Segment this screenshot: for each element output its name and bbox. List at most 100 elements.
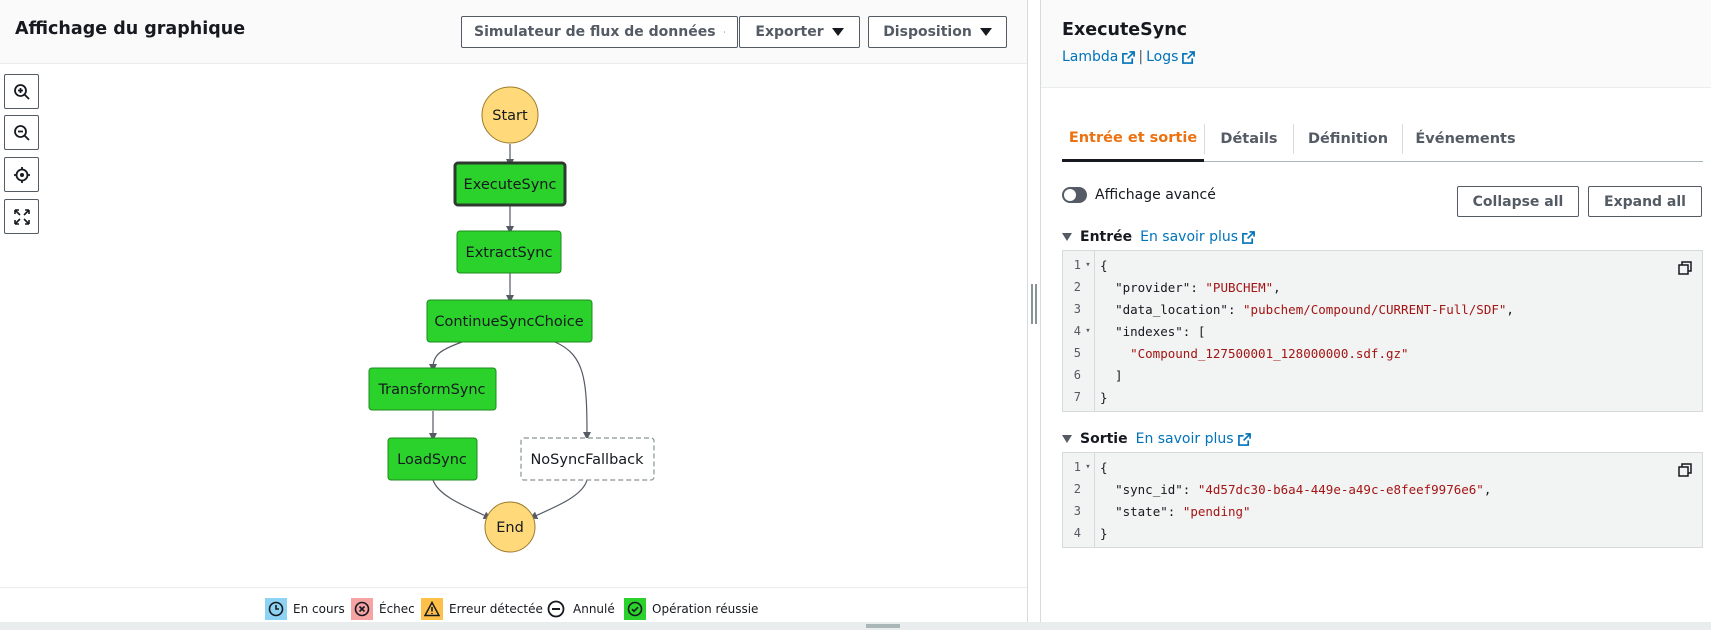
extract-sync-label: ExtractSync bbox=[466, 245, 553, 261]
data-flow-simulator-button[interactable]: Simulateur de flux de données bbox=[461, 16, 738, 48]
legend-succeeded: Opération réussie bbox=[624, 598, 758, 620]
advanced-view-toggle[interactable] bbox=[1062, 187, 1087, 203]
continue-sync-choice-label: ContinueSyncChoice bbox=[434, 314, 583, 330]
code-text: "sync_id": "4d57dc30-b6a4-449e-a49c-e8fe… bbox=[1115, 481, 1492, 497]
state-machine-graph: Start ExecuteSync ExtractSync ContinueSy… bbox=[368, 86, 655, 553]
check-circle-icon bbox=[624, 598, 646, 620]
clock-icon bbox=[265, 598, 287, 620]
input-section-header[interactable]: Entrée En savoir plus bbox=[1062, 229, 1255, 245]
export-label: Exporter bbox=[755, 24, 824, 40]
state-start[interactable]: Start bbox=[481, 86, 539, 144]
panel-resize-divider[interactable] bbox=[1027, 0, 1041, 630]
external-link-icon bbox=[1237, 432, 1251, 446]
state-end[interactable]: End bbox=[484, 501, 536, 553]
cancelled-icon bbox=[545, 598, 567, 620]
logs-link-label: Logs bbox=[1146, 49, 1179, 65]
copy-icon[interactable] bbox=[1678, 261, 1692, 275]
code-text: } bbox=[1100, 389, 1108, 405]
edge-choice-fallback bbox=[554, 341, 591, 440]
legend-caught-error: Erreur détectée bbox=[421, 598, 543, 620]
input-learn-more-link[interactable]: En savoir plus bbox=[1140, 229, 1255, 245]
code-text: "state": "pending" bbox=[1115, 503, 1251, 519]
transform-sync-label: TransformSync bbox=[377, 382, 485, 398]
resource-links: Lambda | Logs bbox=[1062, 49, 1196, 65]
export-button[interactable]: Exporter bbox=[739, 16, 860, 48]
legend-cancelled: Annulé bbox=[545, 598, 615, 620]
legend-failed-label: Échec bbox=[379, 602, 415, 616]
caret-down-icon bbox=[1062, 233, 1072, 241]
code-text: "provider": "PUBCHEM", bbox=[1115, 279, 1281, 295]
tab-input-output[interactable]: Entrée et sortie bbox=[1062, 117, 1204, 162]
code-line: 6 ] bbox=[1073, 367, 1123, 383]
legend-in-progress: En cours bbox=[265, 598, 345, 620]
copy-icon[interactable] bbox=[1678, 463, 1692, 477]
code-line: 1 ▾{ bbox=[1073, 459, 1108, 475]
link-separator: | bbox=[1138, 49, 1144, 65]
lambda-link[interactable]: Lambda bbox=[1062, 49, 1136, 65]
layout-label: Disposition bbox=[883, 24, 972, 40]
bottom-resize-handle[interactable] bbox=[866, 624, 900, 628]
graph-panel: Affichage du graphique Simulateur de flu… bbox=[0, 0, 1027, 622]
end-label: End bbox=[496, 520, 524, 536]
legend-failed: Échec bbox=[351, 598, 415, 620]
state-load-sync[interactable]: LoadSync bbox=[387, 437, 478, 481]
external-link-icon bbox=[1182, 50, 1196, 64]
layout-button[interactable]: Disposition bbox=[868, 16, 1007, 48]
caret-down-icon bbox=[1062, 435, 1072, 443]
advanced-view-toggle-row: Affichage avancé bbox=[1062, 187, 1216, 203]
state-extract-sync[interactable]: ExtractSync bbox=[456, 230, 562, 274]
logs-link[interactable]: Logs bbox=[1146, 49, 1196, 65]
code-line: 3 "data_location": "pubchem/Compound/CUR… bbox=[1073, 301, 1514, 317]
caret-down-icon bbox=[979, 28, 992, 36]
toggle-knob bbox=[1064, 189, 1076, 201]
graph-panel-header: Affichage du graphique Simulateur de flu… bbox=[0, 0, 1027, 64]
code-text: ] bbox=[1100, 367, 1123, 383]
legend-caught-error-label: Erreur détectée bbox=[449, 602, 543, 616]
external-link-icon bbox=[1242, 230, 1255, 244]
state-transform-sync[interactable]: TransformSync bbox=[368, 367, 497, 411]
graph-title: Affichage du graphique bbox=[15, 19, 246, 39]
resize-handle[interactable] bbox=[1031, 284, 1037, 324]
lambda-link-label: Lambda bbox=[1062, 49, 1119, 65]
input-label: Entrée bbox=[1080, 229, 1133, 245]
state-no-sync-fallback[interactable]: NoSyncFallback bbox=[520, 437, 655, 481]
no-sync-fallback-label: NoSyncFallback bbox=[530, 452, 644, 468]
output-section-header[interactable]: Sortie En savoir plus bbox=[1062, 431, 1251, 447]
code-text: "indexes": [ bbox=[1115, 323, 1206, 339]
status-legend: En cours Échec Erreur détectée Annulé Op… bbox=[0, 587, 1027, 622]
state-continue-sync-choice[interactable]: ContinueSyncChoice bbox=[426, 299, 593, 343]
load-sync-label: LoadSync bbox=[397, 452, 467, 468]
code-line: 2 "provider": "PUBCHEM", bbox=[1073, 279, 1281, 295]
output-json-viewer[interactable]: 1 ▾{ 2 "sync_id": "4d57dc30-b6a4-449e-a49… bbox=[1062, 452, 1703, 548]
details-header: ExecuteSync Lambda | Logs bbox=[1041, 0, 1711, 88]
code-line: 4 ▾ "indexes": [ bbox=[1073, 323, 1206, 339]
external-link-icon bbox=[1122, 50, 1136, 64]
collapse-all-button[interactable]: Collapse all bbox=[1457, 186, 1579, 217]
tab-details[interactable]: Détails bbox=[1205, 117, 1293, 161]
output-learn-more-label: En savoir plus bbox=[1135, 431, 1234, 447]
tab-events[interactable]: Événements bbox=[1403, 117, 1528, 161]
output-learn-more-link[interactable]: En savoir plus bbox=[1136, 431, 1251, 447]
tab-definition[interactable]: Définition bbox=[1294, 117, 1402, 161]
external-link-icon bbox=[723, 31, 725, 33]
bottom-resize-strip[interactable] bbox=[0, 622, 1711, 630]
edge-fallback-end bbox=[529, 479, 588, 520]
legend-succeeded-label: Opération réussie bbox=[652, 602, 759, 616]
output-label: Sortie bbox=[1080, 431, 1128, 447]
code-line: 4} bbox=[1073, 525, 1108, 541]
data-flow-simulator-label: Simulateur de flux de données bbox=[474, 24, 716, 40]
code-text: "data_location": "pubchem/Compound/CURRE… bbox=[1115, 301, 1514, 317]
code-text: } bbox=[1100, 525, 1108, 541]
state-execute-sync[interactable]: ExecuteSync bbox=[453, 161, 567, 207]
code-line: 3 "state": "pending" bbox=[1073, 503, 1251, 519]
edge-choice-transform bbox=[429, 341, 463, 372]
selected-state-title: ExecuteSync bbox=[1062, 20, 1188, 40]
caret-down-icon bbox=[831, 28, 844, 36]
state-details-panel: ExecuteSync Lambda | Logs Entrée et sort… bbox=[1041, 0, 1711, 622]
input-learn-more-label: En savoir plus bbox=[1140, 229, 1239, 245]
expand-all-button[interactable]: Expand all bbox=[1588, 186, 1702, 217]
legend-cancelled-label: Annulé bbox=[573, 602, 615, 616]
input-json-viewer[interactable]: 1 ▾{ 2 "provider": "PUBCHEM", 3 "data_loc… bbox=[1062, 250, 1703, 412]
code-text: "Compound_127500001_128000000.sdf.gz" bbox=[1130, 345, 1409, 361]
error-x-icon bbox=[351, 598, 373, 620]
